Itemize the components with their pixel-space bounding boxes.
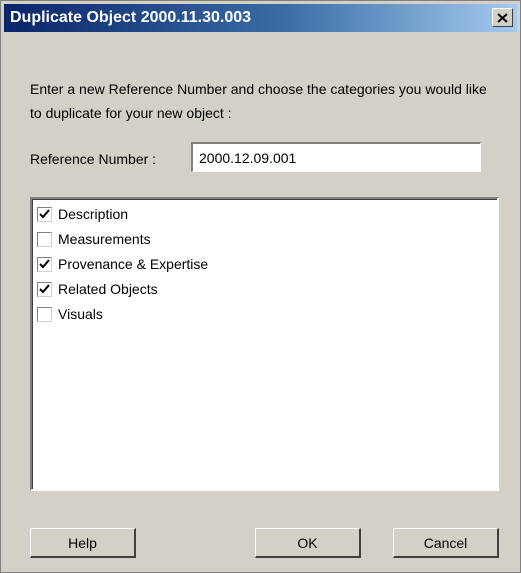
category-label: Related Objects bbox=[58, 281, 158, 297]
category-item-measurements[interactable]: Measurements bbox=[37, 228, 151, 250]
checkmark-icon bbox=[39, 284, 50, 294]
duplicate-object-dialog: Duplicate Object 2000.11.30.003 Enter a … bbox=[0, 0, 521, 573]
category-item-visuals[interactable]: Visuals bbox=[37, 303, 103, 325]
close-icon bbox=[497, 12, 508, 23]
dialog-title: Duplicate Object 2000.11.30.003 bbox=[10, 9, 252, 26]
category-checkbox-measurements[interactable] bbox=[37, 231, 52, 247]
instructions-text: Enter a new Reference Number and choose … bbox=[30, 81, 487, 121]
category-label: Provenance & Expertise bbox=[58, 256, 209, 272]
category-checkbox-visuals[interactable] bbox=[37, 306, 52, 322]
title-bar: Duplicate Object 2000.11.30.003 bbox=[4, 4, 517, 32]
checkmark-icon bbox=[39, 259, 50, 269]
ok-button[interactable]: OK bbox=[255, 528, 361, 558]
close-button[interactable] bbox=[492, 8, 513, 27]
categories-list: Description Measurements Provenance & Ex… bbox=[30, 197, 499, 491]
category-item-description[interactable]: Description bbox=[37, 203, 128, 225]
category-label: Visuals bbox=[58, 306, 103, 322]
reference-number-label: Reference Number : bbox=[30, 151, 157, 167]
category-item-related-objects[interactable]: Related Objects bbox=[37, 278, 158, 300]
cancel-button[interactable]: Cancel bbox=[393, 528, 499, 558]
category-checkbox-related-objects[interactable] bbox=[37, 281, 52, 297]
category-label: Description bbox=[58, 206, 129, 222]
category-item-provenance[interactable]: Provenance & Expertise bbox=[37, 253, 208, 275]
category-label: Measurements bbox=[58, 231, 151, 247]
category-checkbox-provenance[interactable] bbox=[37, 256, 52, 272]
category-checkbox-description[interactable] bbox=[37, 206, 52, 222]
checkmark-icon bbox=[39, 209, 50, 219]
reference-number-input[interactable] bbox=[191, 142, 481, 172]
help-button[interactable]: Help bbox=[30, 528, 136, 558]
